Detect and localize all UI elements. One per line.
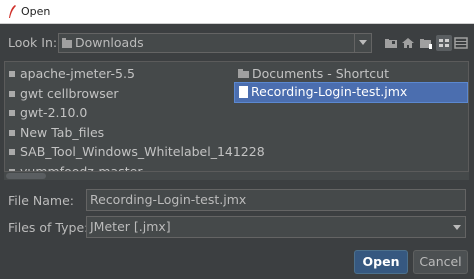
list-item[interactable]: Documents - Shortcut bbox=[238, 64, 438, 84]
cancel-button[interactable]: Cancel bbox=[413, 250, 468, 274]
title-bar: Open bbox=[0, 0, 474, 24]
folder-icon bbox=[62, 38, 72, 48]
file-type-label: Files of Type: bbox=[8, 220, 89, 235]
file-name-input[interactable]: Recording-Login-test.jmx bbox=[86, 189, 466, 211]
up-one-level-button[interactable] bbox=[383, 35, 399, 51]
new-folder-icon bbox=[420, 39, 432, 49]
jmeter-feather-icon bbox=[9, 5, 16, 18]
look-in-label: Look In: bbox=[8, 35, 58, 50]
details-view-toggle[interactable] bbox=[453, 35, 469, 51]
look-in-value: Downloads bbox=[75, 35, 144, 50]
dropdown-arrow[interactable] bbox=[354, 34, 371, 52]
up-folder-icon bbox=[385, 39, 397, 48]
chevron-down-icon bbox=[453, 225, 461, 230]
home-button[interactable] bbox=[400, 35, 416, 51]
horizontal-scrollbar[interactable] bbox=[4, 172, 469, 180]
file-name-label: File Name: bbox=[8, 193, 74, 208]
chevron-down-icon bbox=[359, 40, 367, 45]
folder-icon bbox=[9, 130, 15, 136]
scrollbar-thumb[interactable] bbox=[6, 173, 46, 179]
folder-icon bbox=[9, 149, 15, 155]
folder-icon bbox=[9, 91, 15, 97]
look-in-dropdown[interactable]: Downloads bbox=[58, 33, 372, 53]
new-folder-button[interactable] bbox=[418, 35, 434, 51]
list-view-icon bbox=[439, 39, 449, 47]
list-item-selected[interactable]: Recording-Login-test.jmx bbox=[234, 82, 468, 103]
file-icon bbox=[239, 86, 248, 98]
details-view-icon bbox=[454, 37, 468, 49]
folder-icon bbox=[9, 110, 15, 116]
home-icon bbox=[402, 38, 414, 48]
file-type-value: JMeter [.jmx] bbox=[90, 219, 171, 234]
open-button[interactable]: Open bbox=[354, 250, 408, 274]
file-type-dropdown[interactable]: JMeter [.jmx] bbox=[86, 216, 466, 238]
window-title: Open bbox=[21, 5, 51, 18]
list-view-toggle[interactable] bbox=[436, 35, 452, 51]
file-list[interactable]: apache-jmeter-5.5 gwt cellbrowser gwt-2.… bbox=[4, 61, 469, 172]
folder-icon bbox=[238, 69, 249, 78]
folder-icon bbox=[9, 71, 15, 77]
